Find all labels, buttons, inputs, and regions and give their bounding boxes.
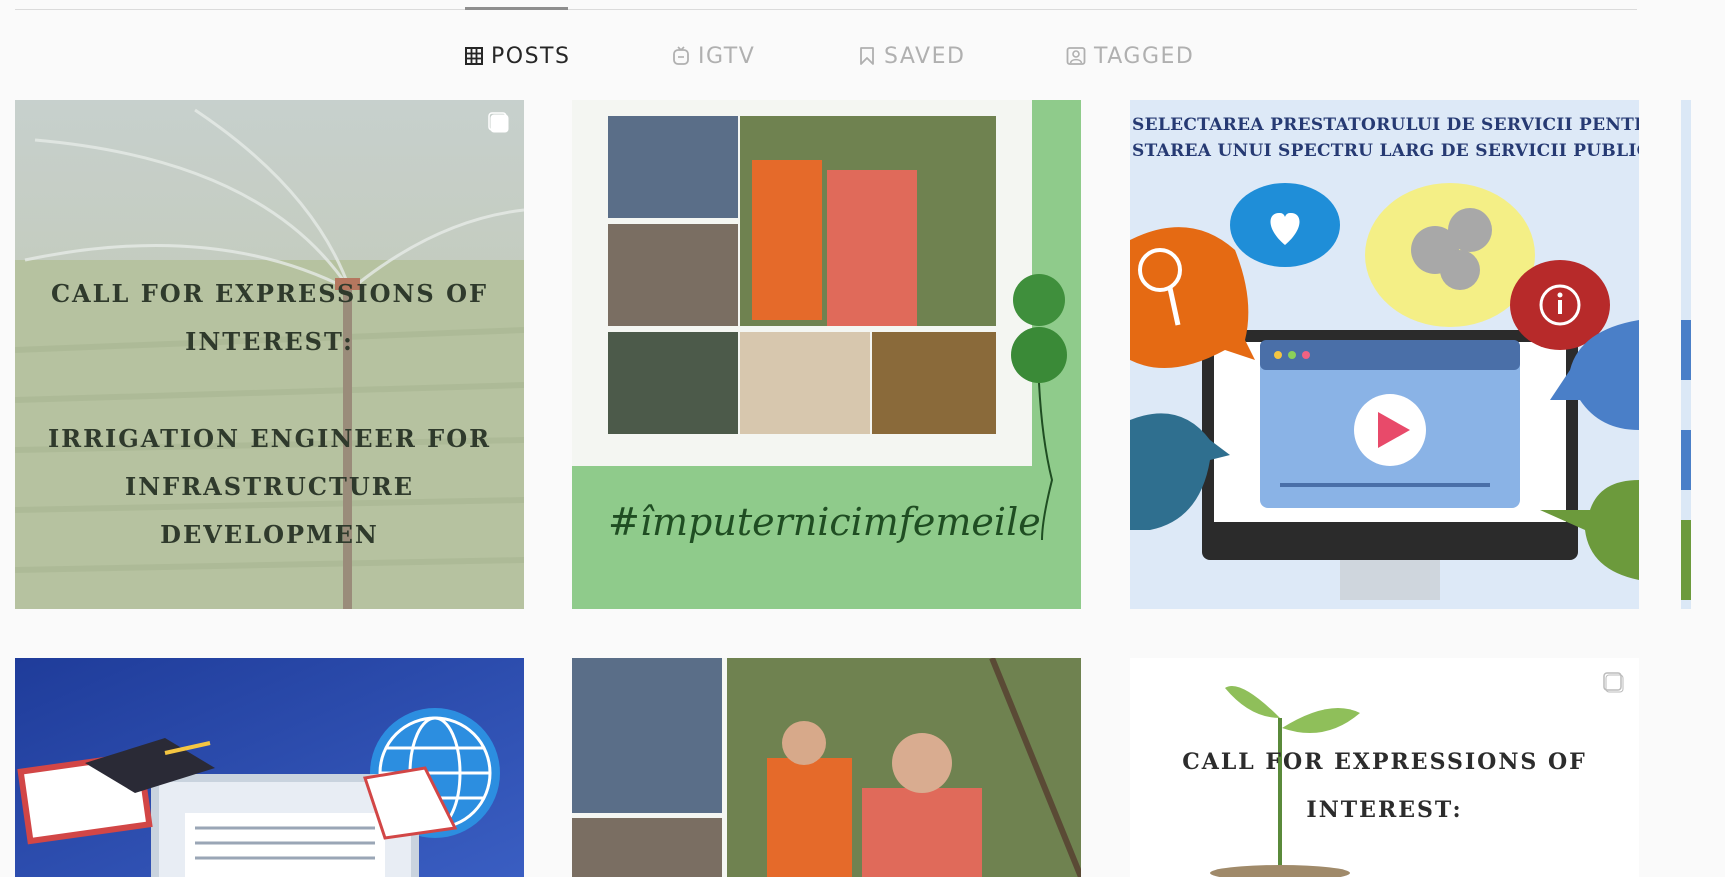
post-subtitle: IRRIGATION ENGINEER FOR INFRASTRUCTURE D… (47, 424, 492, 549)
tagged-person-icon (1066, 46, 1086, 66)
tab-posts-label: POSTS (491, 43, 571, 69)
tab-igtv-label: IGTV (698, 43, 756, 69)
post-tile[interactable]: #împuternicimfemeile (572, 100, 1081, 609)
bookmark-icon (858, 46, 876, 66)
post-tile[interactable]: CALL FOR EXPRESSIONS OF INTEREST: IRRIGA… (15, 100, 524, 609)
profile-tabs: POSTS IGTV SAVED TAGGED (0, 36, 1725, 76)
carousel-icon (488, 112, 510, 134)
banner-line-1: SELECTAREA PRESTATORULUI DE SERVICII PEN… (1132, 115, 1639, 135)
post-hashtag: #împuternicimfemeile (608, 500, 1041, 544)
next-column-edge (1681, 100, 1691, 609)
banner-text: SELECTAREA PRESTATORULUI DE SERVICII PEN… (1132, 112, 1639, 164)
post-tile[interactable]: SELECTAREA PRESTATORULUI DE SERVICII PEN… (1130, 100, 1639, 609)
banner-line-2: STAREA UNUI SPECTRU LARG DE SERVICII PUB… (1132, 141, 1639, 161)
post-title: CALL FOR EXPRESSIONS OF INTEREST: (50, 279, 489, 356)
education-illustration (15, 658, 524, 877)
profile-divider (15, 9, 1637, 10)
grid-icon (465, 47, 483, 65)
tab-igtv[interactable]: IGTV (672, 36, 755, 76)
tab-saved-label: SAVED (884, 43, 966, 69)
active-tab-indicator (465, 7, 568, 10)
post-title: CALL FOR EXPRESSIONS OF INTEREST: (1182, 749, 1587, 823)
tab-saved[interactable]: SAVED (858, 36, 965, 76)
media-illustration (1130, 100, 1639, 609)
post-tile[interactable] (15, 658, 524, 877)
igtv-icon (672, 46, 690, 66)
tab-tagged-label: TAGGED (1094, 43, 1195, 69)
post-tile[interactable] (572, 658, 1081, 877)
post-tile[interactable]: CALL FOR EXPRESSIONS OF INTEREST: (1130, 658, 1639, 877)
tab-tagged[interactable]: TAGGED (1066, 36, 1194, 76)
tab-posts[interactable]: POSTS (465, 36, 570, 76)
women-photo (572, 658, 1081, 877)
carousel-icon (1603, 672, 1625, 694)
